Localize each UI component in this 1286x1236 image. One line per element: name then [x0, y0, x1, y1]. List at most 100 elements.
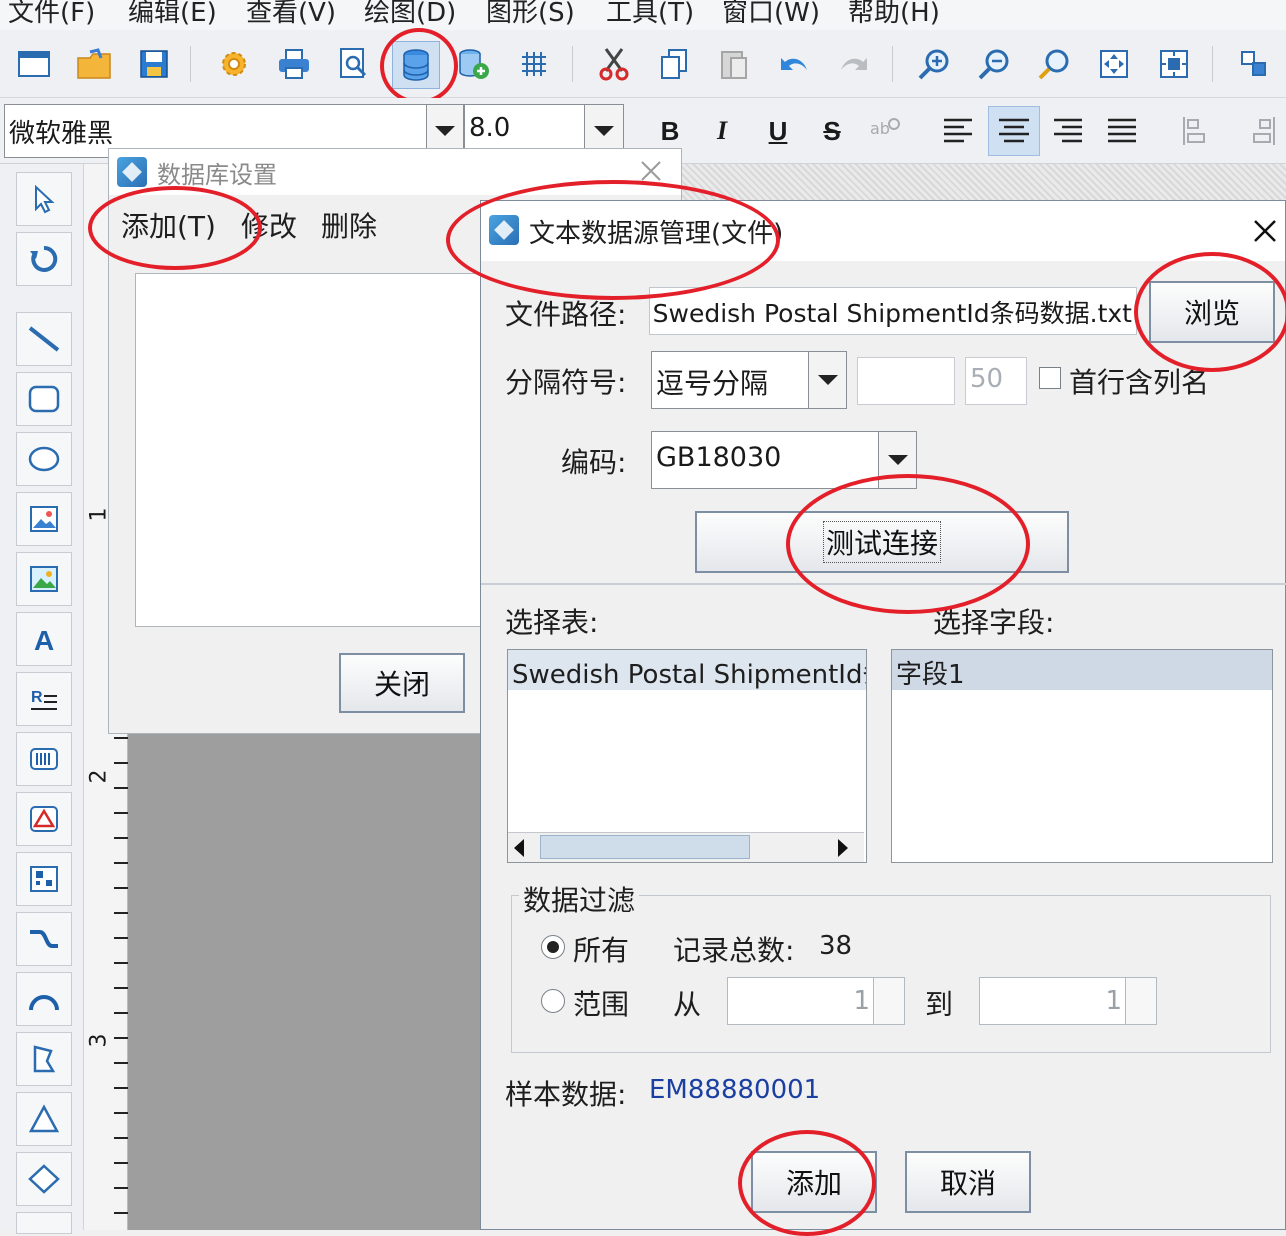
menu-window[interactable]: 窗口(W) [722, 0, 820, 29]
fit-page-icon[interactable] [1092, 42, 1136, 86]
range-radio[interactable] [541, 989, 565, 1013]
cancel-button[interactable]: 取消 [905, 1151, 1031, 1213]
polyline-tool-icon[interactable] [16, 1032, 72, 1086]
print-icon[interactable] [272, 42, 316, 86]
align-center-icon[interactable] [988, 106, 1040, 156]
settings-gear-icon[interactable] [212, 42, 256, 86]
print-preview-icon[interactable] [332, 42, 376, 86]
scroll-right-icon[interactable] [838, 839, 848, 857]
ellipse-tool-icon[interactable] [16, 432, 72, 486]
close-icon[interactable] [637, 157, 665, 185]
ruler-mark-2: 2 [86, 769, 112, 784]
from-label: 从 [673, 988, 702, 1021]
copy-icon[interactable] [652, 42, 696, 86]
rotate-icon[interactable] [16, 232, 72, 286]
scroll-thumb[interactable] [540, 835, 750, 859]
shape-fill-tool-icon[interactable] [16, 792, 72, 846]
database-add-icon[interactable] [452, 42, 496, 86]
range-label: 范围 [573, 988, 630, 1021]
dialog-title: 文本数据源管理(文件) [529, 219, 784, 249]
chevron-down-icon[interactable] [878, 432, 916, 488]
paste-icon[interactable] [712, 42, 756, 86]
barcode-tool-icon[interactable] [16, 732, 72, 786]
layout-icon[interactable] [1232, 42, 1276, 86]
add-button[interactable]: 添加 [751, 1151, 877, 1213]
file-path-value: Swedish Postal ShipmentId条码数据.txt [652, 299, 1132, 328]
close-icon[interactable] [1251, 217, 1279, 245]
align-justify-icon[interactable] [1102, 114, 1142, 148]
zoom-in-icon[interactable] [912, 42, 956, 86]
database-list[interactable] [135, 273, 497, 627]
cut-icon[interactable] [592, 42, 636, 86]
main-toolbar [0, 30, 1286, 98]
chevron-down-icon[interactable] [808, 352, 846, 408]
horizontal-scrollbar[interactable] [508, 832, 864, 862]
delete-menu-item[interactable]: 删除 [321, 205, 377, 245]
align-left-icon[interactable] [938, 114, 978, 148]
add-menu-item[interactable]: 添加(T) [121, 205, 216, 245]
font-name-value: 微软雅黑 [9, 119, 114, 149]
menu-file[interactable]: 文件(F) [8, 0, 95, 29]
table-row[interactable]: Swedish Postal ShipmentId条 [508, 650, 866, 690]
close-button[interactable]: 关闭 [339, 653, 465, 713]
scroll-left-icon[interactable] [514, 839, 524, 857]
strikethrough-button[interactable]: S [812, 116, 852, 147]
text-tool-icon[interactable]: A [16, 612, 72, 666]
distribute-left-icon[interactable] [1180, 114, 1220, 148]
more-tools-icon[interactable] [16, 1212, 72, 1234]
arc-tool-icon[interactable] [16, 972, 72, 1026]
stepper-arrows-icon[interactable] [873, 978, 904, 1024]
text-effect-icon[interactable]: ab [868, 114, 902, 144]
zoom-icon[interactable] [1032, 42, 1076, 86]
menu-shape[interactable]: 图形(S) [486, 0, 575, 29]
menu-help[interactable]: 帮助(H) [848, 0, 940, 29]
qrcode-tool-icon[interactable] [16, 852, 72, 906]
italic-button[interactable]: I [702, 116, 742, 146]
custom-separator-input[interactable] [857, 357, 955, 405]
image-tool-icon[interactable] [16, 492, 72, 546]
diamond-tool-icon[interactable] [16, 1152, 72, 1206]
encoding-select[interactable]: GB18030 [651, 431, 917, 489]
actual-size-icon[interactable] [1152, 42, 1196, 86]
align-right-icon[interactable] [1048, 114, 1088, 148]
dialog-titlebar: 数据库设置 [109, 149, 681, 195]
file-path-input[interactable]: Swedish Postal ShipmentId条码数据.txt [649, 287, 1137, 335]
browse-button[interactable]: 浏览 [1149, 281, 1275, 343]
database-icon[interactable] [392, 41, 440, 89]
dialog-titlebar: 文本数据源管理(文件) [481, 201, 1285, 261]
save-icon[interactable] [132, 42, 176, 86]
line-tool-icon[interactable] [16, 312, 72, 366]
menu-view[interactable]: 查看(V) [246, 0, 336, 29]
separator-select[interactable]: 逗号分隔 [651, 351, 847, 409]
to-stepper[interactable]: 1 [979, 977, 1157, 1025]
rich-text-tool-icon[interactable]: R [16, 672, 72, 726]
test-connection-button[interactable]: 测试连接 [695, 511, 1069, 573]
menu-tools[interactable]: 工具(T) [606, 0, 694, 29]
undo-icon[interactable] [772, 42, 816, 86]
encoding-label: 编码: [561, 446, 627, 479]
grid-icon[interactable] [512, 42, 556, 86]
first-row-header-checkbox[interactable] [1039, 367, 1061, 389]
distribute-right-icon[interactable] [1238, 114, 1278, 148]
modify-menu-item[interactable]: 修改 [241, 205, 297, 245]
underline-button[interactable]: U [758, 116, 798, 147]
field-list[interactable]: 字段1 [891, 649, 1273, 863]
triangle-tool-icon[interactable] [16, 1092, 72, 1146]
redo-icon[interactable] [832, 42, 876, 86]
rectangle-tool-icon[interactable] [16, 372, 72, 426]
select-pointer-icon[interactable] [16, 172, 72, 226]
curve-tool-icon[interactable] [16, 912, 72, 966]
separator-count-input[interactable]: 50 [965, 357, 1027, 405]
zoom-out-icon[interactable] [972, 42, 1016, 86]
new-window-icon[interactable] [12, 42, 56, 86]
from-stepper[interactable]: 1 [727, 977, 905, 1025]
stepper-arrows-icon[interactable] [1125, 978, 1156, 1024]
open-folder-icon[interactable] [72, 42, 116, 86]
bold-button[interactable]: B [650, 116, 690, 147]
table-list[interactable]: Swedish Postal ShipmentId条 [507, 649, 867, 863]
menu-edit[interactable]: 编辑(E) [128, 0, 217, 29]
picture-tool-icon[interactable] [16, 552, 72, 606]
field-row[interactable]: 字段1 [892, 650, 1272, 690]
menu-draw[interactable]: 绘图(D) [364, 0, 456, 29]
all-radio[interactable] [541, 935, 565, 959]
